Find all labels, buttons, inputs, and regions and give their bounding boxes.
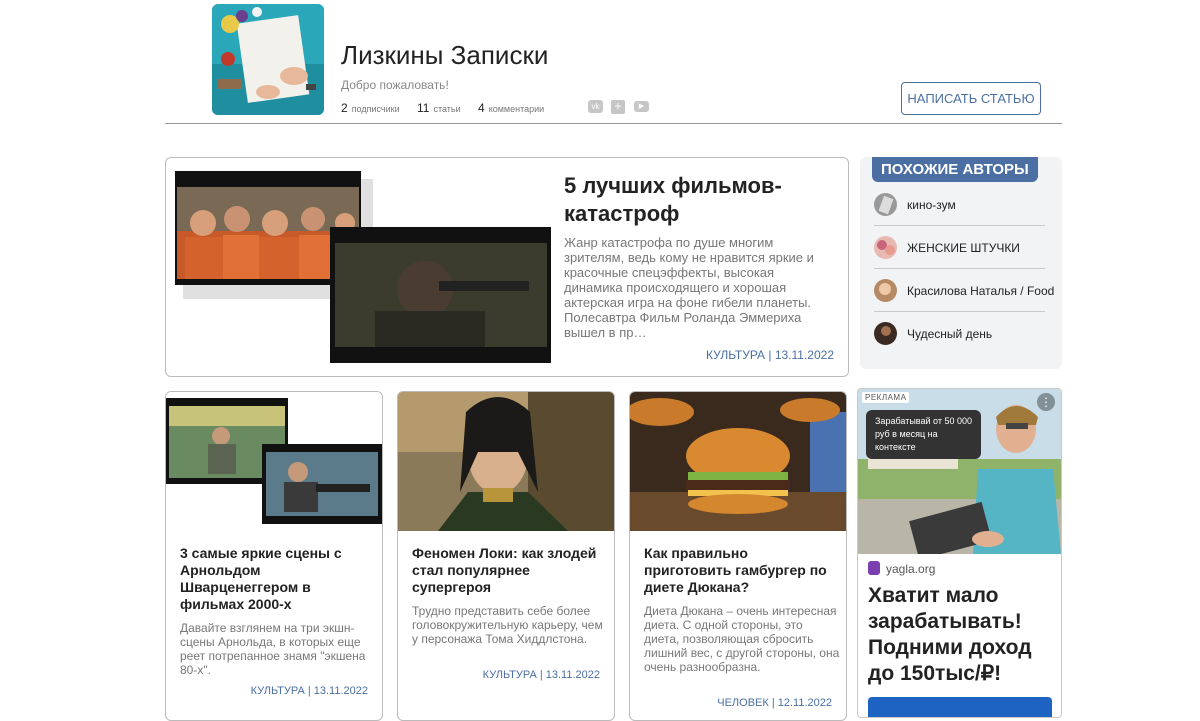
featured-meta[interactable]: КУЛЬТУРА | 13.11.2022 bbox=[600, 348, 834, 362]
author-avatar bbox=[874, 279, 897, 302]
author-name: кино-зум bbox=[907, 198, 956, 212]
card-meta[interactable]: КУЛЬТУРА | 13.11.2022 bbox=[251, 685, 368, 697]
ad-domain-icon bbox=[868, 561, 880, 575]
author-name: Чудесный день bbox=[907, 327, 993, 341]
youtube-icon[interactable]: ▶ bbox=[634, 101, 649, 112]
more-options-icon[interactable]: ⋮ bbox=[1037, 393, 1055, 411]
ad-headline[interactable]: Хватит мало зарабатывать! Подними доход … bbox=[868, 583, 1058, 687]
plus-icon[interactable]: + bbox=[611, 100, 625, 114]
stat-articles[interactable]: 11 статьи bbox=[417, 101, 461, 115]
author-avatar bbox=[874, 236, 897, 259]
card-meta[interactable]: ЧЕЛОВЕК | 12.11.2022 bbox=[717, 697, 832, 709]
card-description: Давайте взглянем на три экшн-сцены Арнол… bbox=[180, 621, 366, 677]
featured-description: Жанр катастрофа по душе многим зрителям,… bbox=[564, 235, 814, 340]
ad-bubble-text: Зарабатывай от 50 000 руб в месяц на кон… bbox=[866, 410, 981, 459]
card-description: Трудно представить себе более головокруж… bbox=[412, 604, 603, 646]
author-name: Красилова Наталья / Food bbox=[907, 284, 1055, 298]
ad-label: РЕКЛАМА bbox=[862, 392, 910, 403]
article-card[interactable]: 3 самые яркие сцены с Арнольдом Шварцене… bbox=[165, 391, 383, 721]
card-meta[interactable]: КУЛЬТУРА | 13.11.2022 bbox=[483, 669, 600, 681]
blog-title: Лизкины Записки bbox=[341, 40, 549, 70]
write-article-button[interactable]: НАПИСАТЬ СТАТЬЮ bbox=[901, 82, 1041, 115]
card-title[interactable]: 3 самые яркие сцены с Арнольдом Шварцене… bbox=[180, 545, 370, 613]
featured-title[interactable]: 5 лучших фильмов-катастроф bbox=[564, 172, 824, 228]
article-card[interactable]: Феномен Локи: как злодей стал популярнее… bbox=[397, 391, 615, 721]
author-row[interactable]: кино-зум bbox=[874, 183, 1045, 226]
ad-block[interactable]: РЕКЛАМА Зарабатывай от 50 000 руб в меся… bbox=[857, 388, 1062, 718]
blog-greeting: Добро пожаловать! bbox=[341, 78, 449, 92]
similar-authors-title: ПОХОЖИЕ АВТОРЫ bbox=[872, 157, 1038, 182]
author-avatar bbox=[874, 193, 897, 216]
card-description: Диета Дюкана – очень интересная диета. С… bbox=[644, 604, 840, 674]
card-title[interactable]: Феномен Локи: как злодей стал популярнее… bbox=[412, 545, 602, 596]
author-row[interactable]: Красилова Наталья / Food bbox=[874, 269, 1054, 312]
blog-avatar[interactable] bbox=[212, 4, 324, 115]
ad-domain[interactable]: yagla.org bbox=[886, 562, 935, 576]
header-divider bbox=[165, 123, 1062, 124]
author-name: ЖЕНСКИЕ ШТУЧКИ bbox=[907, 241, 1020, 255]
stat-comments[interactable]: 4 комментарии bbox=[478, 101, 544, 115]
featured-image[interactable] bbox=[175, 171, 551, 363]
author-row[interactable]: Чудесный день bbox=[874, 312, 1045, 355]
vk-icon[interactable]: vk bbox=[588, 100, 603, 113]
stat-subscribers[interactable]: 2 подписчики bbox=[341, 101, 400, 115]
article-card[interactable]: Как правильно приготовить гамбургер по д… bbox=[629, 391, 847, 721]
card-image bbox=[630, 392, 846, 531]
card-image bbox=[166, 392, 382, 531]
author-row[interactable]: ЖЕНСКИЕ ШТУЧКИ bbox=[874, 226, 1045, 269]
author-avatar bbox=[874, 322, 897, 345]
card-image bbox=[398, 392, 614, 531]
ad-image: РЕКЛАМА Зарабатывай от 50 000 руб в меся… bbox=[858, 389, 1061, 554]
card-title[interactable]: Как правильно приготовить гамбургер по д… bbox=[644, 545, 834, 596]
